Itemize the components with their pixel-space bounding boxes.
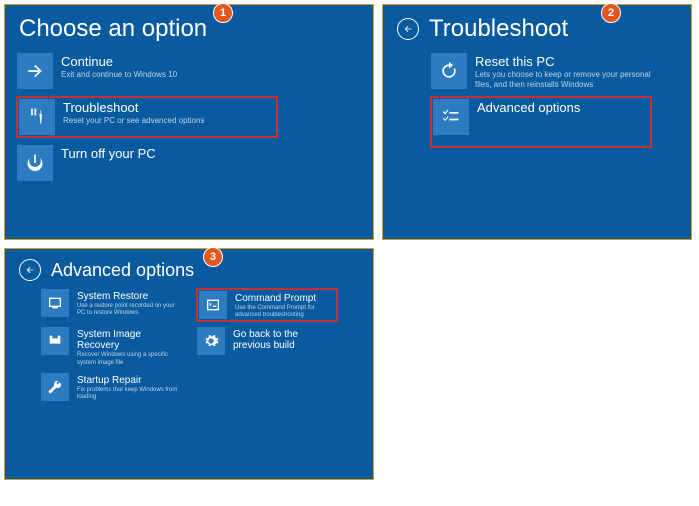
tile-system-restore[interactable]: System Restore Use a restore point recor… (41, 289, 181, 321)
tile-continue-sub: Exit and continue to Windows 10 (61, 70, 177, 80)
tile-advanced-options[interactable]: Advanced options (431, 97, 651, 147)
tile-system-image-recovery[interactable]: System Image Recovery Recover Windows us… (41, 327, 181, 366)
tile-reset-title: Reset this PC (475, 55, 651, 69)
reset-icon (431, 53, 467, 89)
panel2-header: Troubleshoot (383, 5, 691, 47)
back-button[interactable] (19, 259, 41, 281)
tile-troubleshoot-title: Troubleshoot (63, 101, 204, 115)
panel-advanced-options: 3 Advanced options System Restore Use a … (4, 248, 374, 480)
back-button[interactable] (397, 18, 419, 40)
power-icon (17, 145, 53, 181)
tile-startup-sub: Fix problems that keep Windows from load… (77, 387, 181, 401)
panel2-title: Troubleshoot (429, 15, 568, 43)
checklist-icon (433, 99, 469, 135)
panel-troubleshoot: 2 Troubleshoot Reset this PC Lets you ch… (382, 4, 692, 240)
tile-troubleshoot-sub: Reset your PC or see advanced options (63, 116, 204, 126)
panel1-tiles: Continue Exit and continue to Windows 10… (5, 47, 373, 195)
panel-choose-option: 1 Choose an option Continue Exit and con… (4, 4, 374, 240)
tile-reset-pc[interactable]: Reset this PC Lets you choose to keep or… (431, 53, 651, 89)
tile-restore-sub: Use a restore point recorded on your PC … (77, 303, 181, 317)
terminal-icon (199, 291, 227, 319)
tile-command-prompt[interactable]: Command Prompt Use the Command Prompt fo… (197, 289, 337, 321)
step-badge-3: 3 (203, 247, 223, 267)
tile-image-sub: Recover Windows using a specific system … (77, 352, 181, 366)
steps-grid: 1 Choose an option Continue Exit and con… (0, 0, 699, 484)
panel1-title: Choose an option (19, 15, 207, 43)
step-badge-2: 2 (601, 3, 621, 23)
image-recovery-icon (41, 327, 69, 355)
panel3-header: Advanced options (5, 249, 373, 285)
tile-continue-title: Continue (61, 55, 177, 69)
panel3-title: Advanced options (51, 260, 194, 281)
tile-go-back[interactable]: Go back to the previous build (197, 327, 337, 366)
arrow-right-icon (17, 53, 53, 89)
tile-reset-sub: Lets you choose to keep or remove your p… (475, 70, 651, 89)
wrench-icon (41, 373, 69, 401)
tile-goback-title: Go back to the previous build (233, 329, 337, 351)
tile-power-off[interactable]: Turn off your PC (17, 145, 277, 181)
tile-startup-title: Startup Repair (77, 375, 181, 386)
step-badge-1: 1 (213, 3, 233, 23)
tile-troubleshoot[interactable]: Troubleshoot Reset your PC or see advanc… (17, 97, 277, 137)
panel1-header: Choose an option (5, 5, 373, 47)
tile-cmd-sub: Use the Command Prompt for advanced trou… (235, 305, 335, 319)
tile-advanced-title: Advanced options (477, 101, 580, 115)
panel2-tiles: Reset this PC Lets you choose to keep or… (383, 47, 691, 161)
tile-continue[interactable]: Continue Exit and continue to Windows 10 (17, 53, 277, 89)
tools-icon (19, 99, 55, 135)
gear-icon (197, 327, 225, 355)
tile-restore-title: System Restore (77, 291, 181, 302)
restore-icon (41, 289, 69, 317)
tile-startup-repair[interactable]: Startup Repair Fix problems that keep Wi… (41, 373, 181, 401)
tile-image-title: System Image Recovery (77, 329, 181, 351)
tile-power-title: Turn off your PC (61, 147, 156, 161)
tile-cmd-title: Command Prompt (235, 293, 335, 304)
panel3-tiles: System Restore Use a restore point recor… (5, 285, 373, 411)
